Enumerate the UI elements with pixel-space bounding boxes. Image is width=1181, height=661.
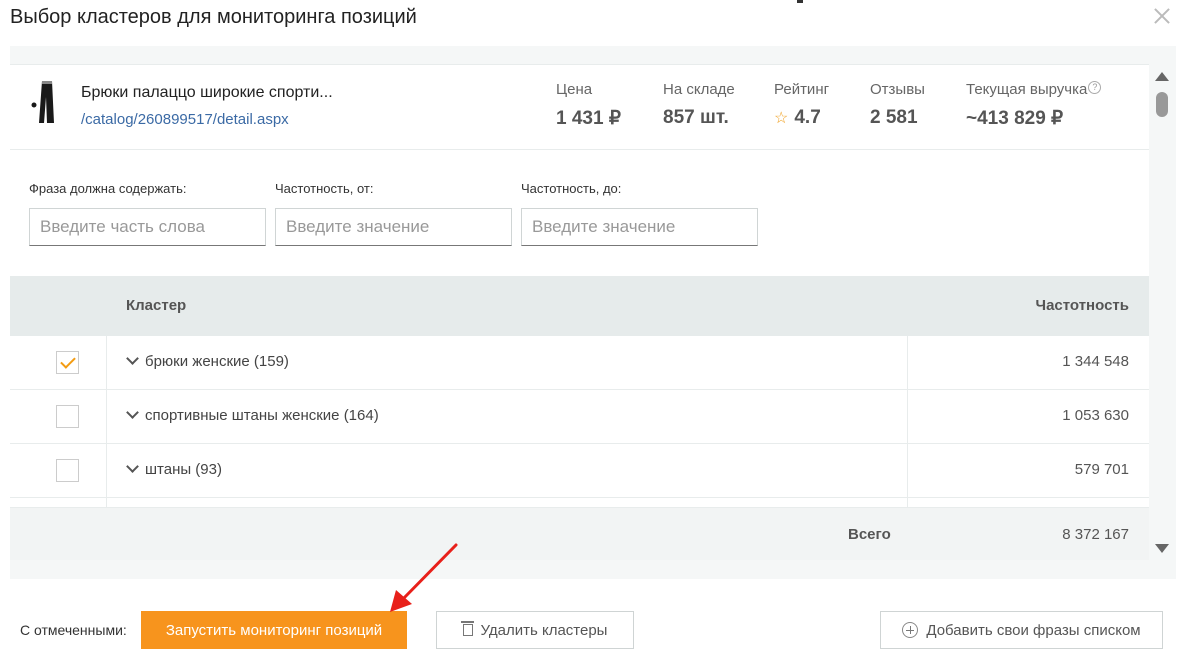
cluster-cell: штаны (93) xyxy=(126,460,222,478)
table-row-partial xyxy=(10,498,1149,508)
table-row: штаны (93) 579 701 xyxy=(10,444,1149,498)
revenue-value: ~413 829 ₽ xyxy=(966,108,1064,129)
cluster-cell: брюки женские (159) xyxy=(126,352,289,370)
reviews-label: Отзывы xyxy=(870,81,925,98)
product-thumbnail xyxy=(30,79,60,125)
freq-to-input[interactable] xyxy=(521,208,758,246)
cluster-cell: спортивные штаны женские (164) xyxy=(126,406,379,424)
reviews-value: 2 581 xyxy=(870,107,918,128)
row-checkbox[interactable] xyxy=(56,351,79,374)
phrase-filter-label: Фраза должна содержать: xyxy=(29,181,187,196)
star-icon: ☆ xyxy=(774,110,789,127)
stock-value: 857 шт. xyxy=(663,107,729,128)
start-monitoring-button[interactable]: Запустить мониторинг позиций xyxy=(141,611,407,649)
modal-body: Брюки палаццо широкие спорти... /catalog… xyxy=(10,46,1176,579)
rating-value: 4.7 xyxy=(794,107,821,128)
table-header: Кластер Частотность xyxy=(10,276,1149,336)
frequency-column-header[interactable]: Частотность xyxy=(1036,297,1129,314)
modal-title: Выбор кластеров для мониторинга позиций xyxy=(10,6,417,28)
scrollbar-thumb[interactable] xyxy=(1156,92,1168,117)
top-edge-mark xyxy=(797,0,803,3)
frequency-value: 1 053 630 xyxy=(1062,407,1129,424)
cell-divider xyxy=(907,498,908,508)
scroll-region: Брюки палаццо широкие спорти... /catalog… xyxy=(10,46,1149,579)
scroll-up-icon[interactable] xyxy=(1155,72,1169,81)
delete-clusters-label: Удалить кластеры xyxy=(480,621,608,639)
close-icon[interactable] xyxy=(1152,6,1172,26)
rating: ☆ 4.7 xyxy=(774,107,821,129)
delete-clusters-button[interactable]: Удалить кластеры xyxy=(436,611,634,649)
row-check-cell xyxy=(10,390,107,444)
chevron-down-icon[interactable] xyxy=(126,352,139,365)
row-check-cell xyxy=(10,444,107,498)
cell-divider xyxy=(907,336,908,390)
filters-panel: Фраза должна содержать: Частотность, от:… xyxy=(10,150,1149,276)
cluster-column-header[interactable]: Кластер xyxy=(126,297,186,314)
revenue-label-wrap: Текущая выручка? xyxy=(966,81,1102,98)
chevron-down-icon[interactable] xyxy=(126,460,139,473)
modal-footer: С отмеченными: Запустить мониторинг пози… xyxy=(0,579,1181,661)
cell-divider xyxy=(907,390,908,444)
cluster-name: штаны (93) xyxy=(145,461,222,478)
total-label: Всего xyxy=(848,526,891,543)
row-checkbox[interactable] xyxy=(56,459,79,482)
chevron-down-icon[interactable] xyxy=(126,406,139,419)
total-row: Всего 8 372 167 xyxy=(10,508,1149,560)
table-row: спортивные штаны женские (164) 1 053 630 xyxy=(10,390,1149,444)
trash-icon xyxy=(460,621,474,636)
product-link[interactable]: /catalog/260899517/detail.aspx xyxy=(81,111,289,128)
row-checkbox[interactable] xyxy=(56,405,79,428)
table-row: брюки женские (159) 1 344 548 xyxy=(10,336,1149,390)
product-name: Брюки палаццо широкие спорти... xyxy=(81,84,333,101)
stock-label: На складе xyxy=(663,81,735,98)
modal-dialog: Выбор кластеров для мониторинга позиций … xyxy=(0,0,1181,661)
frequency-value: 579 701 xyxy=(1074,461,1129,478)
add-phrases-label: Добавить свои фразы списком xyxy=(926,621,1141,639)
rating-label: Рейтинг xyxy=(774,81,830,98)
cluster-name: брюки женские (159) xyxy=(145,353,289,370)
scrollbar[interactable] xyxy=(1153,66,1173,556)
cluster-name: спортивные штаны женские (164) xyxy=(145,407,379,424)
freq-from-input[interactable] xyxy=(275,208,512,246)
freq-to-label: Частотность, до: xyxy=(521,181,622,196)
total-value: 8 372 167 xyxy=(1062,526,1129,543)
scroll-down-icon[interactable] xyxy=(1155,544,1169,553)
price-value: 1 431 ₽ xyxy=(556,108,621,129)
freq-from-label: Частотность, от: xyxy=(275,181,374,196)
product-card: Брюки палаццо широкие спорти... /catalog… xyxy=(10,64,1149,150)
cell-divider xyxy=(907,444,908,498)
with-selected-label: С отмеченными: xyxy=(20,622,127,638)
row-check-cell xyxy=(10,336,107,390)
help-icon[interactable]: ? xyxy=(1088,81,1102,94)
frequency-value: 1 344 548 xyxy=(1062,353,1129,370)
phrase-filter-input[interactable] xyxy=(29,208,266,246)
row-check-cell xyxy=(10,498,107,508)
revenue-label: Текущая выручка xyxy=(966,81,1088,98)
plus-circle-icon xyxy=(902,622,919,638)
price-label: Цена xyxy=(556,81,593,98)
add-phrases-button[interactable]: Добавить свои фразы списком xyxy=(880,611,1163,649)
